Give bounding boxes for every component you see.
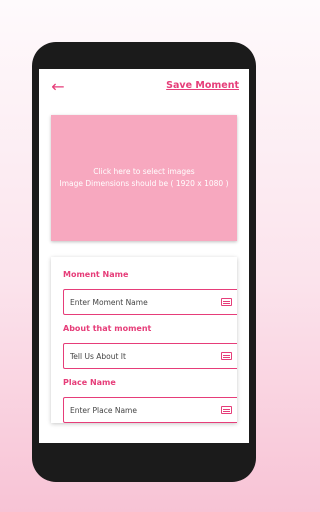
image-picker[interactable]: Click here to select images Image Dimens… <box>51 115 237 241</box>
keyboard-icon <box>221 352 232 360</box>
about-moment-input[interactable] <box>70 344 210 368</box>
back-arrow-icon[interactable]: ← <box>49 78 67 96</box>
moment-name-label: Moment Name <box>63 270 129 279</box>
place-name-label: Place Name <box>63 378 116 387</box>
image-dimensions-hint: Image Dimensions should be ( 1920 x 1080… <box>59 179 229 188</box>
moment-name-field[interactable] <box>63 289 237 315</box>
moment-form: Moment Name About that moment Place Name <box>51 257 237 423</box>
app-screen: ← Save Moment Click here to select image… <box>39 69 249 443</box>
about-moment-field[interactable] <box>63 343 237 369</box>
image-picker-instruction: Click here to select images <box>93 167 195 176</box>
about-moment-label: About that moment <box>63 324 152 333</box>
keyboard-icon <box>221 298 232 306</box>
toolbar: ← Save Moment <box>39 69 249 105</box>
place-name-input[interactable] <box>70 398 210 422</box>
save-moment-button[interactable]: Save Moment <box>166 80 239 91</box>
moment-name-input[interactable] <box>70 290 210 314</box>
keyboard-icon <box>221 406 232 414</box>
place-name-field[interactable] <box>63 397 237 423</box>
